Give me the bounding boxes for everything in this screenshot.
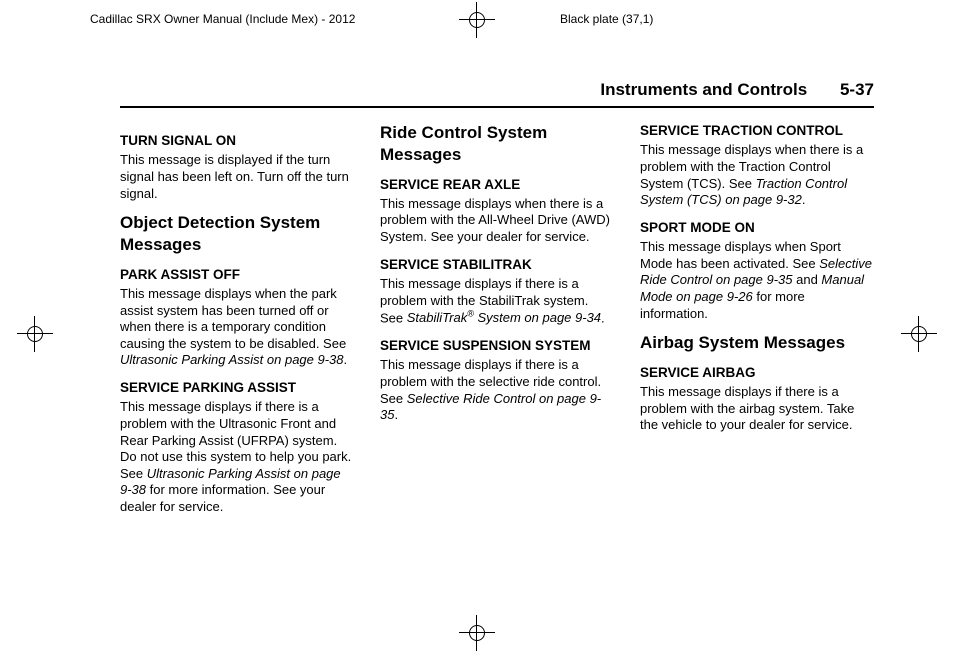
heading-service-suspension: SERVICE SUSPENSION SYSTEM xyxy=(380,337,614,354)
text: . xyxy=(802,192,806,207)
heading-sport-mode: SPORT MODE ON xyxy=(640,219,874,236)
registration-mark-right xyxy=(904,319,934,349)
reference-link: StabiliTrak® System on page 9-34 xyxy=(407,310,601,325)
text: . xyxy=(394,407,398,422)
heading-turn-signal: TURN SIGNAL ON xyxy=(120,132,354,149)
manual-title: Cadillac SRX Owner Manual (Include Mex) … xyxy=(90,12,355,26)
text: . xyxy=(344,352,348,367)
para: This message displays if there is a prob… xyxy=(640,384,874,434)
text: This message displays when Sport Mode ha… xyxy=(640,239,841,271)
reference-link: Selective Ride Control on page 9-35 xyxy=(380,391,601,423)
registration-mark-bottom xyxy=(462,618,492,648)
heading-ride-control: Ride Control System Messages xyxy=(380,122,614,166)
para: This message displays if there is a prob… xyxy=(380,276,614,327)
registered-symbol: ® xyxy=(467,309,474,319)
chapter-title: Instruments and Controls xyxy=(600,80,807,99)
running-header: Instruments and Controls 5-37 xyxy=(120,80,874,108)
page-body: Instruments and Controls 5-37 TURN SIGNA… xyxy=(120,80,874,608)
text: for more information. See your dealer fo… xyxy=(120,482,325,514)
para: This message displays if there is a prob… xyxy=(120,399,354,515)
column-1: TURN SIGNAL ON This message is displayed… xyxy=(120,122,354,522)
plate-label: Black plate (37,1) xyxy=(560,12,653,26)
reference-link: Ultrasonic Parking Assist on page 9-38 xyxy=(120,352,344,367)
heading-object-detection: Object Detection System Messages xyxy=(120,212,354,256)
registration-mark-left xyxy=(20,319,50,349)
heading-service-traction: SERVICE TRACTION CONTROL xyxy=(640,122,874,139)
text: . xyxy=(601,310,605,325)
para: This message displays when Sport Mode ha… xyxy=(640,239,874,322)
column-2: Ride Control System Messages SERVICE REA… xyxy=(380,122,614,522)
para: This message displays when the park assi… xyxy=(120,286,354,369)
registration-mark-top xyxy=(462,5,492,35)
page-number: 5-37 xyxy=(840,80,874,99)
heading-park-assist-off: PARK ASSIST OFF xyxy=(120,266,354,283)
heading-service-stabilitrak: SERVICE STABILITRAK xyxy=(380,256,614,273)
text: This message displays when the park assi… xyxy=(120,286,346,351)
para: This message displays when there is a pr… xyxy=(380,196,614,246)
heading-service-airbag: SERVICE AIRBAG xyxy=(640,364,874,381)
para: This message is displayed if the turn si… xyxy=(120,152,354,202)
para: This message displays if there is a prob… xyxy=(380,357,614,424)
heading-airbag-system: Airbag System Messages xyxy=(640,332,874,354)
columns: TURN SIGNAL ON This message is displayed… xyxy=(120,122,874,522)
para: This message displays when there is a pr… xyxy=(640,142,874,209)
column-3: SERVICE TRACTION CONTROL This message di… xyxy=(640,122,874,522)
text: and xyxy=(793,272,822,287)
heading-service-parking-assist: SERVICE PARKING ASSIST xyxy=(120,379,354,396)
heading-service-rear-axle: SERVICE REAR AXLE xyxy=(380,176,614,193)
